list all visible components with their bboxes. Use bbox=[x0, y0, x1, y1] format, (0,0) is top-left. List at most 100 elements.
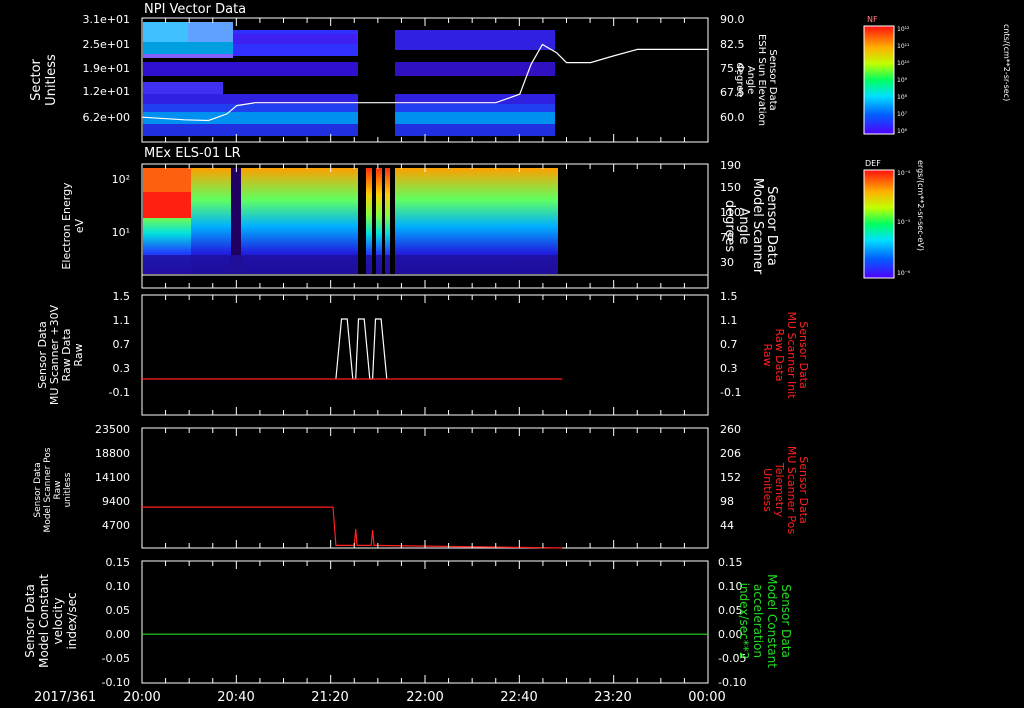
x-tick-label: 20:40 bbox=[217, 690, 254, 705]
npi-gap bbox=[358, 22, 366, 142]
mu-pos-y2tick: 98 bbox=[720, 495, 734, 508]
els-gap bbox=[382, 164, 385, 276]
els-spectrogram bbox=[143, 164, 558, 276]
mu-raw-y2tick: -0.1 bbox=[720, 386, 741, 399]
npi-spectrogram bbox=[143, 22, 555, 142]
mu-raw-ytick: 0.3 bbox=[113, 362, 131, 375]
x-axis: 2017/361 20:00 20:40 21:20 22:00 22:40 2… bbox=[34, 690, 726, 705]
const-ytick: -0.05 bbox=[102, 652, 130, 665]
mu-pos-y2tick: 152 bbox=[720, 471, 741, 484]
els-band bbox=[143, 168, 191, 192]
mu-pos-ytick: 4700 bbox=[102, 519, 130, 532]
mu-pos-series-line bbox=[142, 506, 563, 549]
mu-pos-ylabel-line: unitless bbox=[63, 472, 73, 507]
els-yticks: 10² 10¹ bbox=[112, 173, 130, 239]
const-ylabel-line: Sensor Data bbox=[23, 584, 37, 658]
els-y2label-line: Angle bbox=[736, 208, 751, 245]
els-band bbox=[143, 255, 558, 274]
npi-band bbox=[395, 124, 555, 136]
els-colorbar-gradient bbox=[864, 170, 894, 278]
els-title: MEx ELS-01 LR bbox=[144, 146, 241, 161]
els-gap bbox=[358, 164, 366, 276]
els-gap bbox=[390, 164, 395, 276]
npi-band bbox=[143, 22, 188, 42]
x-axis-date: 2017/361 bbox=[34, 690, 96, 705]
mu-raw-ylabel-line: Raw bbox=[72, 343, 85, 366]
const-panel: 0.15 0.10 0.05 0.00 -0.05 -0.10 0.15 0.1… bbox=[23, 556, 793, 689]
npi-ytick: 2.5e+01 bbox=[83, 38, 130, 51]
mu-pos-y2tick: 260 bbox=[720, 423, 741, 436]
npi-band bbox=[188, 22, 233, 42]
npi-colorbar-tick: 10⁷ bbox=[897, 111, 908, 118]
mu-pos-ytick: 18800 bbox=[95, 447, 130, 460]
const-ylabel: Sensor Data Model Constant velocity inde… bbox=[23, 574, 79, 668]
els-colorbar-tick: 10⁻⁶ bbox=[897, 270, 911, 277]
npi-colorbar-tick: 10⁸ bbox=[897, 94, 908, 101]
const-ytick: 0.00 bbox=[106, 628, 131, 641]
npi-band bbox=[143, 104, 363, 112]
mu-raw-frame bbox=[141, 294, 709, 416]
els-ylabel-line: Electron Energy bbox=[60, 182, 73, 270]
mu-raw-y2tick: 0.3 bbox=[720, 362, 738, 375]
mu-pos-ylabel-line: Sensor Data bbox=[33, 462, 43, 517]
els-y2label-line: degrees bbox=[722, 200, 737, 253]
npi-y2label-line: Sensor Data bbox=[767, 49, 778, 110]
npi-y2tick: 82.5 bbox=[720, 38, 745, 51]
els-colorbar-label: DEF bbox=[865, 159, 881, 168]
mu-pos-ylabel-line: Raw bbox=[53, 481, 63, 500]
npi-ylabel-line: Sector bbox=[29, 58, 44, 100]
mu-raw-yticks: 1.5 1.1 0.7 0.3 -0.1 bbox=[109, 290, 130, 399]
mu-raw-y2tick: 1.1 bbox=[720, 314, 738, 327]
els-ylabel: Electron Energy eV bbox=[60, 182, 86, 270]
els-y2tick: 30 bbox=[720, 256, 734, 269]
npi-gap bbox=[390, 22, 395, 142]
x-tick-label: 22:40 bbox=[500, 690, 537, 705]
els-y2tick: 190 bbox=[720, 159, 741, 172]
npi-gap bbox=[382, 22, 385, 142]
mu-pos-y2label: Sensor Data MU Scanner Pos Telemetry Uni… bbox=[761, 446, 810, 535]
npi-ytick: 6.2e+00 bbox=[83, 111, 130, 124]
npi-ytick: 3.1e+01 bbox=[83, 13, 130, 26]
npi-panel: NPI Vector Data 3.1e+01 2.5e+01 1.9e+01 … bbox=[29, 2, 1011, 143]
mu-pos-frame bbox=[141, 427, 709, 549]
x-tick-label: 22:00 bbox=[406, 690, 443, 705]
npi-band bbox=[233, 34, 363, 44]
mu-pos-ytick: 14100 bbox=[95, 471, 130, 484]
els-colorbar-tick: 10⁻⁴ bbox=[897, 170, 911, 177]
els-y2tick: 150 bbox=[720, 181, 741, 194]
els-colorbar-unit: ergs/(cm**2-sr-sec-eV) bbox=[916, 160, 925, 251]
els-colorbar-tick: 10⁻⁵ bbox=[897, 219, 911, 226]
npi-band bbox=[143, 82, 223, 94]
npi-band bbox=[395, 112, 555, 124]
mu-raw-y2label-line: Raw bbox=[761, 343, 774, 366]
mu-pos-y2label-line: Unitless bbox=[761, 468, 774, 512]
const-y2tick: 0.15 bbox=[718, 556, 743, 569]
npi-y2label-line: ESH Sun Elevation bbox=[756, 34, 767, 126]
npi-ylabel: Sector Unitless bbox=[29, 54, 59, 106]
npi-colorbar-tick: 10¹⁰ bbox=[897, 60, 910, 67]
npi-ytick: 1.9e+01 bbox=[83, 62, 130, 75]
mu-raw-series-line bbox=[335, 318, 388, 380]
npi-band bbox=[143, 62, 363, 76]
els-y2label-line: Model Scanner bbox=[750, 178, 765, 275]
npi-band bbox=[143, 124, 363, 136]
npi-colorbar-tick: 10¹¹ bbox=[897, 43, 910, 50]
els-gap bbox=[372, 164, 376, 276]
x-tick-label: 20:00 bbox=[123, 690, 160, 705]
mu-pos-ytick: 23500 bbox=[95, 423, 130, 436]
mu-pos-panel: 23500 18800 14100 9400 4700 260 206 152 … bbox=[33, 423, 810, 549]
npi-ytick: 1.2e+01 bbox=[83, 85, 130, 98]
const-yticks: 0.15 0.10 0.05 0.00 -0.05 -0.10 bbox=[102, 556, 130, 689]
els-colorbar: DEF 10⁻⁴ 10⁻⁵ 10⁻⁶ ergs/(cm**2-sr-sec-eV… bbox=[863, 159, 925, 279]
npi-title: NPI Vector Data bbox=[144, 2, 246, 17]
mu-raw-ytick: -0.1 bbox=[109, 386, 130, 399]
npi-y2tick: 90.0 bbox=[720, 13, 745, 26]
mu-pos-y2tick: 44 bbox=[720, 519, 734, 532]
x-tick-label: 21:20 bbox=[311, 690, 348, 705]
mu-raw-ylabel: Sensor Data MU Scanner +30V Raw Data Raw bbox=[36, 304, 85, 405]
const-y2label-line: Sensor Data bbox=[779, 584, 793, 658]
npi-colorbar-gradient bbox=[864, 26, 894, 134]
els-panel: MEx ELS-01 LR 10² 10¹ 190 150 110 70 30 bbox=[60, 146, 925, 289]
mu-pos-yticks: 23500 18800 14100 9400 4700 bbox=[95, 423, 130, 532]
npi-band bbox=[143, 112, 363, 124]
